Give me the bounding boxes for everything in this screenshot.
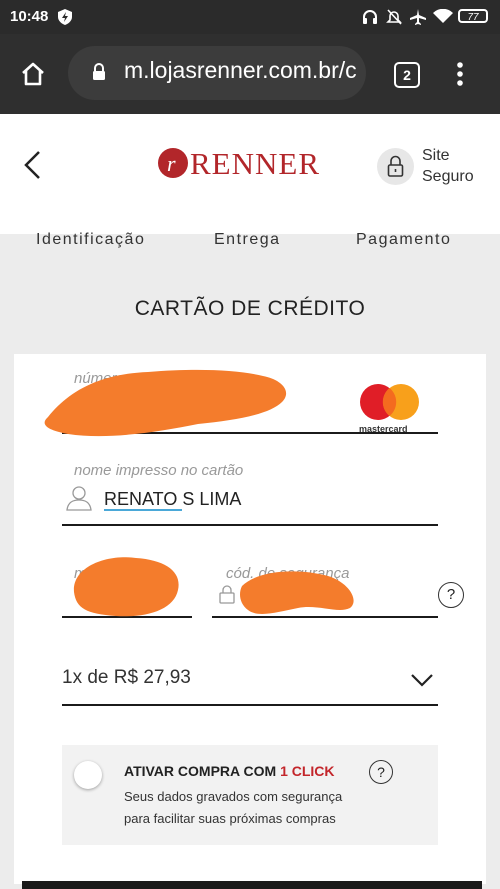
redaction-mark-cvv (240, 571, 354, 614)
tab-switcher-button[interactable]: 2 (394, 62, 420, 88)
one-click-description-2: para facilitar suas próximas compras (124, 811, 336, 826)
svg-text:r: r (167, 151, 176, 176)
renner-logo-text: RENNER (190, 146, 320, 181)
more-options-icon[interactable] (455, 61, 465, 87)
one-click-help-icon[interactable]: ? (369, 760, 393, 784)
card-brand-text: mastercard (359, 424, 408, 434)
section-title: CARTÃO DE CRÉDITO (134, 297, 366, 320)
name-on-card-underline (62, 524, 438, 526)
status-time: 10:48 (10, 8, 49, 25)
secure-site-badge (377, 148, 414, 185)
chevron-down-icon[interactable] (410, 672, 434, 688)
home-icon[interactable] (20, 61, 46, 87)
one-click-description-1: Seus dados gravados com segurança (124, 789, 343, 804)
person-icon (66, 486, 92, 511)
step-entrega[interactable]: Entrega (214, 231, 281, 249)
one-click-title: ATIVAR COMPRA COM 1 CLICK (124, 763, 335, 779)
secure-site-label: Site (422, 147, 450, 164)
airplane-icon (410, 9, 426, 25)
status-bar: 10:48 77 (0, 0, 500, 34)
padlock-icon (387, 155, 404, 177)
url-text[interactable]: m.lojasrenner.com.br/c (124, 57, 356, 84)
redaction-mark (44, 369, 287, 437)
name-on-card-label: nome impresso no cartão (74, 462, 244, 479)
step-identificacao[interactable]: Identificação (36, 231, 145, 249)
cvv-lock-icon (219, 585, 235, 604)
one-click-title-highlight: 1 CLICK (280, 763, 335, 779)
back-arrow-icon[interactable] (22, 150, 42, 180)
security-code-help-icon[interactable]: ? (438, 582, 464, 608)
step-pagamento[interactable]: Pagamento (356, 231, 451, 249)
bell-off-icon (386, 9, 402, 25)
shield-bolt-icon (58, 9, 72, 25)
redaction-mark-validity (73, 557, 179, 617)
installments-underline (62, 704, 438, 706)
bottom-action-bar[interactable] (22, 881, 482, 889)
installments-select[interactable]: 1x de R$ 27,93 (62, 667, 191, 689)
renner-logo-icon: r (158, 148, 188, 178)
headset-icon (363, 10, 377, 24)
mastercard-icon (360, 384, 419, 420)
name-on-card-input[interactable]: RENATO S LIMA (104, 489, 241, 510)
battery-icon: 77 (458, 9, 488, 23)
one-click-title-prefix: ATIVAR COMPRA COM (124, 763, 281, 779)
wifi-icon (433, 9, 453, 23)
spellcheck-underline (104, 509, 182, 511)
one-click-toggle[interactable] (74, 761, 102, 789)
lock-icon (93, 63, 105, 80)
secure-site-label-2: Seguro (422, 168, 474, 185)
